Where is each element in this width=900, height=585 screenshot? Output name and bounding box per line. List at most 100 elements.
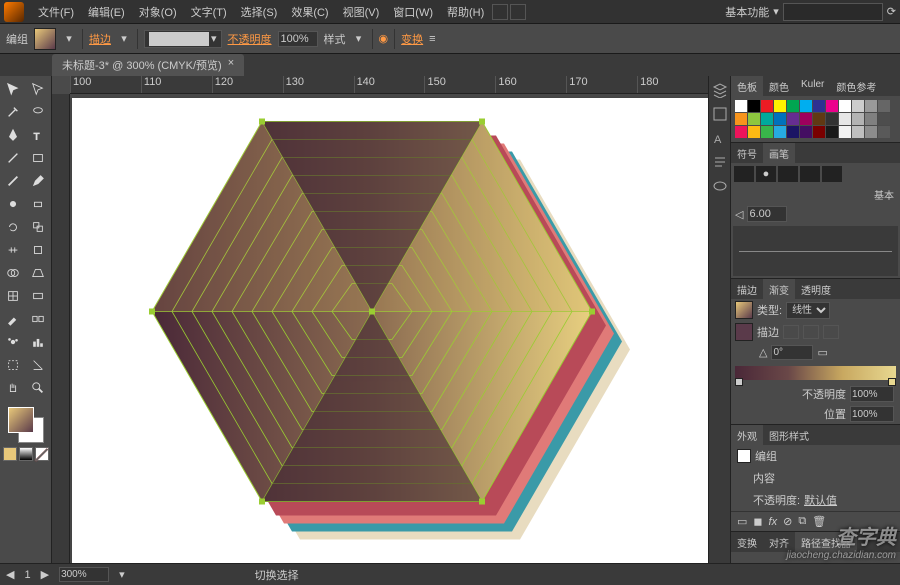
paintbrush-tool[interactable] bbox=[1, 170, 25, 192]
menu-window[interactable]: 窗口(W) bbox=[387, 2, 439, 22]
swatch[interactable] bbox=[813, 113, 825, 125]
swatch[interactable] bbox=[774, 113, 786, 125]
menu-effect[interactable]: 效果(C) bbox=[285, 2, 334, 22]
add-stroke-icon[interactable]: ▭ bbox=[737, 515, 747, 528]
brush-thumb[interactable] bbox=[822, 166, 842, 182]
pen-tool[interactable] bbox=[1, 124, 25, 146]
opentype-icon[interactable] bbox=[712, 178, 728, 194]
tab-transform[interactable]: 变换 bbox=[731, 532, 763, 552]
add-effect-icon[interactable]: fx bbox=[769, 516, 778, 528]
swatch[interactable] bbox=[878, 113, 890, 125]
grad-position-input[interactable] bbox=[850, 406, 894, 422]
direct-selection-tool[interactable] bbox=[26, 78, 50, 100]
menu-file[interactable]: 文件(F) bbox=[32, 2, 80, 22]
stroke-link[interactable]: 描边 bbox=[89, 31, 111, 47]
zoom-dropdown-icon[interactable]: ▾ bbox=[119, 568, 125, 581]
stroke-profile[interactable]: 基本▾ bbox=[144, 30, 222, 48]
menu-select[interactable]: 选择(S) bbox=[235, 2, 284, 22]
swatch[interactable] bbox=[865, 100, 877, 112]
stroke-dropdown-icon[interactable]: ▾ bbox=[117, 32, 131, 46]
menu-view[interactable]: 视图(V) bbox=[337, 2, 386, 22]
blob-brush-tool[interactable] bbox=[1, 193, 25, 215]
appearance-opacity-value[interactable]: 默认值 bbox=[804, 492, 837, 508]
mesh-tool[interactable] bbox=[1, 285, 25, 307]
menu-type[interactable]: 文字(T) bbox=[185, 2, 233, 22]
swatch[interactable] bbox=[865, 113, 877, 125]
gradient-stop-swatch[interactable] bbox=[735, 323, 753, 341]
swatch[interactable] bbox=[761, 126, 773, 138]
document-tab[interactable]: 未标题-3* @ 300% (CMYK/预览) × bbox=[52, 54, 244, 76]
free-transform-tool[interactable] bbox=[26, 239, 50, 261]
swatch[interactable] bbox=[748, 100, 760, 112]
swatch[interactable] bbox=[735, 126, 747, 138]
width-tool[interactable] bbox=[1, 239, 25, 261]
style-label[interactable]: 样式 bbox=[324, 31, 346, 47]
brush-thumb[interactable] bbox=[778, 166, 798, 182]
swatch[interactable] bbox=[774, 126, 786, 138]
gradient-type-select[interactable]: 线性 bbox=[786, 302, 830, 319]
tab-align[interactable]: 对齐 bbox=[763, 532, 795, 552]
tab-swatches[interactable]: 色板 bbox=[731, 76, 763, 96]
brush-thumb[interactable] bbox=[800, 166, 820, 182]
zoom-tool[interactable] bbox=[26, 377, 50, 399]
gradient-stop[interactable] bbox=[888, 378, 896, 386]
stroke-apply3-icon[interactable] bbox=[823, 325, 839, 339]
tab-appearance[interactable]: 外观 bbox=[731, 425, 763, 445]
appearance-content[interactable]: 内容 bbox=[753, 470, 775, 486]
pencil-tool[interactable] bbox=[26, 170, 50, 192]
tab-gradient[interactable]: 渐变 bbox=[763, 279, 795, 299]
duplicate-icon[interactable]: ⧉ bbox=[798, 515, 806, 528]
workspace-label[interactable]: 基本功能 bbox=[725, 4, 769, 20]
canvas[interactable] bbox=[70, 94, 708, 563]
stroke-apply1-icon[interactable] bbox=[783, 325, 799, 339]
swatch[interactable] bbox=[826, 126, 838, 138]
swatch-grid[interactable] bbox=[731, 96, 900, 142]
artboard[interactable] bbox=[72, 98, 708, 563]
gradient-strip[interactable] bbox=[735, 366, 896, 380]
scale-tool[interactable] bbox=[26, 216, 50, 238]
type-tool[interactable]: T bbox=[26, 124, 50, 146]
swatch[interactable] bbox=[787, 126, 799, 138]
swatch[interactable] bbox=[735, 100, 747, 112]
clear-icon[interactable]: ⊘ bbox=[783, 515, 792, 528]
transform-link[interactable]: 变换 bbox=[401, 31, 423, 47]
opacity-link[interactable]: 不透明度 bbox=[228, 31, 272, 47]
slice-tool[interactable] bbox=[26, 354, 50, 376]
tab-brushes[interactable]: 画笔 bbox=[763, 143, 795, 163]
recolor-icon[interactable]: ◉ bbox=[379, 32, 389, 45]
align-icon[interactable]: ≡ bbox=[429, 33, 435, 45]
sync-icon[interactable]: ⟳ bbox=[887, 5, 896, 18]
swatch[interactable] bbox=[813, 100, 825, 112]
blend-tool[interactable] bbox=[26, 308, 50, 330]
swatch[interactable] bbox=[852, 113, 864, 125]
artboards-icon[interactable] bbox=[712, 106, 728, 122]
rectangle-tool[interactable] bbox=[26, 147, 50, 169]
swatch[interactable] bbox=[826, 100, 838, 112]
rotate-tool[interactable] bbox=[1, 216, 25, 238]
stroke-apply2-icon[interactable] bbox=[803, 325, 819, 339]
add-fill-icon[interactable]: ◼ bbox=[753, 515, 762, 528]
swatch[interactable] bbox=[800, 100, 812, 112]
tab-colorguide[interactable]: 颜色参考 bbox=[830, 76, 882, 96]
zoom-input[interactable] bbox=[59, 567, 109, 582]
fill-color[interactable] bbox=[8, 407, 34, 433]
menu-edit[interactable]: 编辑(E) bbox=[82, 2, 131, 22]
tab-color[interactable]: 颜色 bbox=[763, 76, 795, 96]
column-graph-tool[interactable] bbox=[26, 331, 50, 353]
tab-graphic-styles[interactable]: 图形样式 bbox=[763, 425, 815, 445]
tab-kuler[interactable]: Kuler bbox=[795, 76, 830, 96]
swatch[interactable] bbox=[800, 126, 812, 138]
artboard-nav-next-icon[interactable]: ▶ bbox=[41, 568, 49, 581]
artboard-tool[interactable] bbox=[1, 354, 25, 376]
swatch[interactable] bbox=[878, 126, 890, 138]
swatch[interactable] bbox=[852, 126, 864, 138]
magic-wand-tool[interactable] bbox=[1, 101, 25, 123]
swatch[interactable] bbox=[852, 100, 864, 112]
swatch[interactable] bbox=[761, 113, 773, 125]
swatch[interactable] bbox=[735, 113, 747, 125]
search-input[interactable] bbox=[783, 3, 883, 21]
brush-thumb[interactable] bbox=[734, 166, 754, 182]
style-dropdown-icon[interactable]: ▾ bbox=[352, 32, 366, 46]
none-mode-icon[interactable] bbox=[35, 447, 49, 461]
menu-object[interactable]: 对象(O) bbox=[133, 2, 183, 22]
